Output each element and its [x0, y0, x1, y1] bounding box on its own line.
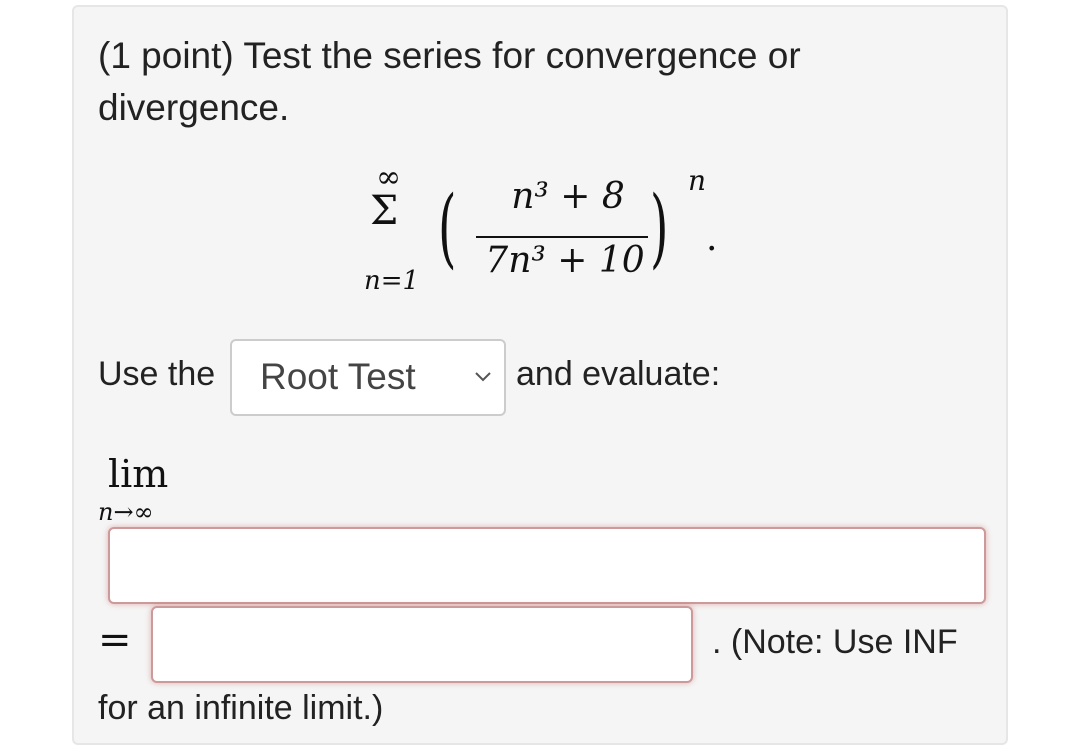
test-type-selected-value: Root Test — [260, 356, 416, 397]
sum-lower-bound: n=1 — [364, 266, 420, 296]
prompt-before-text: Use the — [98, 355, 216, 393]
left-parenthesis: ( — [438, 178, 457, 278]
equals-sign: = — [98, 617, 132, 663]
fraction-denominator: 7n³ + 10 — [485, 240, 645, 281]
note-text: . (Note: Use INF — [712, 623, 958, 661]
formula-period: . — [706, 218, 718, 259]
problem-statement: (1 point) Test the series for convergenc… — [98, 35, 801, 128]
fraction-bar — [476, 236, 648, 238]
test-type-select[interactable]: Root Test — [230, 339, 506, 416]
fraction-numerator: n³ + 8 — [511, 176, 625, 217]
chevron-down-icon — [475, 372, 491, 382]
sigma-symbol: Σ — [370, 188, 399, 234]
limit-subscript: n→∞ — [98, 498, 154, 526]
limit-word: lim — [108, 452, 169, 496]
prompt-after-text: and evaluate: — [516, 355, 721, 393]
limit-expression-input[interactable] — [108, 527, 986, 604]
right-parenthesis: ) — [650, 178, 669, 278]
series-exponent: n — [688, 164, 707, 197]
note-text-continued: for an infinite limit.) — [98, 689, 384, 727]
limit-value-input[interactable] — [151, 606, 693, 683]
